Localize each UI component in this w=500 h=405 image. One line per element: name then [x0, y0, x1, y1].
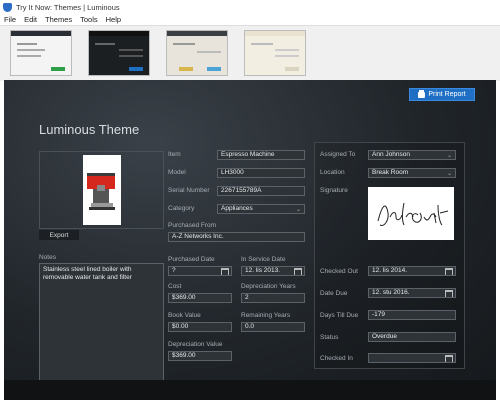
print-report-button[interactable]: Print Report [409, 88, 475, 101]
menu-bar: File Edit Themes Tools Help [0, 14, 500, 25]
chevron-down-icon: ⌄ [295, 207, 301, 213]
depreciation-value-field[interactable]: $369.00 [168, 351, 232, 361]
cost-label: Cost [168, 283, 182, 290]
category-value: Appliances [221, 205, 253, 212]
checked-in-field[interactable] [368, 353, 456, 363]
item-label: Item [168, 151, 181, 158]
notes-label: Notes [39, 254, 56, 261]
signature-label: Signature [320, 187, 348, 194]
checked-out-field[interactable]: 12. lis 2014. [368, 266, 456, 276]
theme-preview-panel: Print Report Luminous Theme Export Notes… [4, 80, 496, 400]
calendar-icon[interactable] [445, 268, 453, 275]
handwritten-signature [377, 202, 449, 226]
printer-icon [418, 89, 426, 98]
assigned-to-label: Assigned To [320, 151, 356, 158]
date-due-value: 12. stu 2016. [372, 289, 410, 296]
app-shield-icon [3, 2, 12, 12]
signature-box[interactable] [368, 187, 454, 240]
window-title: Try It Now: Themes | Luminous [16, 2, 120, 12]
title-bar: Try It Now: Themes | Luminous [0, 0, 500, 14]
days-till-due-field[interactable]: -179 [368, 310, 456, 320]
item-field[interactable]: Espresso Machine [217, 150, 305, 160]
theme-thumb-office[interactable] [10, 30, 72, 76]
menu-tools[interactable]: Tools [76, 15, 102, 24]
status-field[interactable]: Overdue [368, 332, 456, 342]
serial-number-label: Serial Number [168, 187, 210, 194]
notes-textarea[interactable]: Stainless steel lined boiler with remova… [39, 263, 164, 385]
page-title: Luminous Theme [39, 122, 140, 137]
theme-thumb-light[interactable] [166, 30, 228, 76]
calendar-icon[interactable] [445, 355, 453, 362]
checked-out-label: Checked Out [320, 268, 358, 275]
assigned-to-select[interactable]: Ann Johnson ⌄ [368, 150, 456, 160]
menu-help[interactable]: Help [102, 15, 125, 24]
assigned-to-value: Ann Johnson [372, 151, 410, 158]
checked-in-label: Checked In [320, 355, 353, 362]
checked-out-value: 12. lis 2014. [372, 267, 408, 274]
category-label: Category [168, 205, 195, 212]
book-value-label: Book Value [168, 312, 201, 319]
cost-field[interactable]: $369.00 [168, 293, 232, 303]
in-service-date-value: 12. lis 2013. [245, 267, 281, 274]
bottom-bar [4, 380, 496, 400]
model-label: Model [168, 169, 186, 176]
depreciation-years-field[interactable]: 2 [241, 293, 305, 303]
theme-thumbnail-strip [0, 25, 500, 81]
menu-file[interactable]: File [0, 15, 20, 24]
remaining-years-label: Remaining Years [241, 312, 291, 319]
chevron-down-icon: ⌄ [446, 171, 452, 177]
purchased-from-label: Purchased From [168, 222, 217, 229]
purchased-date-value: ? [172, 267, 176, 274]
export-button[interactable]: Export [39, 230, 79, 240]
menu-edit[interactable]: Edit [20, 15, 41, 24]
theme-thumb-luminous[interactable] [244, 30, 306, 76]
location-value: Break Room [372, 169, 409, 176]
status-label: Status [320, 334, 339, 341]
book-value-field[interactable]: $0.00 [168, 322, 232, 332]
date-due-field[interactable]: 12. stu 2016. [368, 288, 456, 298]
menu-themes[interactable]: Themes [41, 15, 76, 24]
date-due-label: Date Due [320, 290, 348, 297]
location-select[interactable]: Break Room ⌄ [368, 168, 456, 178]
model-field[interactable]: LH3000 [217, 168, 305, 178]
depreciation-years-label: Depreciation Years [241, 283, 296, 290]
purchased-date-label: Purchased Date [168, 256, 215, 263]
espresso-machine-image [87, 173, 115, 210]
in-service-date-field[interactable]: 12. lis 2013. [241, 266, 305, 276]
in-service-date-label: In Service Date [241, 256, 286, 263]
calendar-icon[interactable] [221, 268, 229, 275]
days-till-due-label: Days Till Due [320, 312, 359, 319]
purchased-from-field[interactable]: A-Z Networks Inc. [168, 232, 305, 242]
remaining-years-field[interactable]: 0.0 [241, 322, 305, 332]
calendar-icon[interactable] [445, 290, 453, 297]
item-photo-frame [39, 151, 164, 229]
theme-thumb-dark[interactable] [88, 30, 150, 76]
espresso-machine-photo [83, 155, 121, 225]
serial-number-field[interactable]: 2267155789A [217, 186, 305, 196]
category-select[interactable]: Appliances ⌄ [217, 204, 305, 214]
location-label: Location [320, 169, 345, 176]
depreciation-value-label: Depreciation Value [168, 341, 223, 348]
print-report-label: Print Report [428, 91, 466, 98]
chevron-down-icon: ⌄ [446, 153, 452, 159]
purchased-date-field[interactable]: ? [168, 266, 232, 276]
calendar-icon[interactable] [294, 268, 302, 275]
